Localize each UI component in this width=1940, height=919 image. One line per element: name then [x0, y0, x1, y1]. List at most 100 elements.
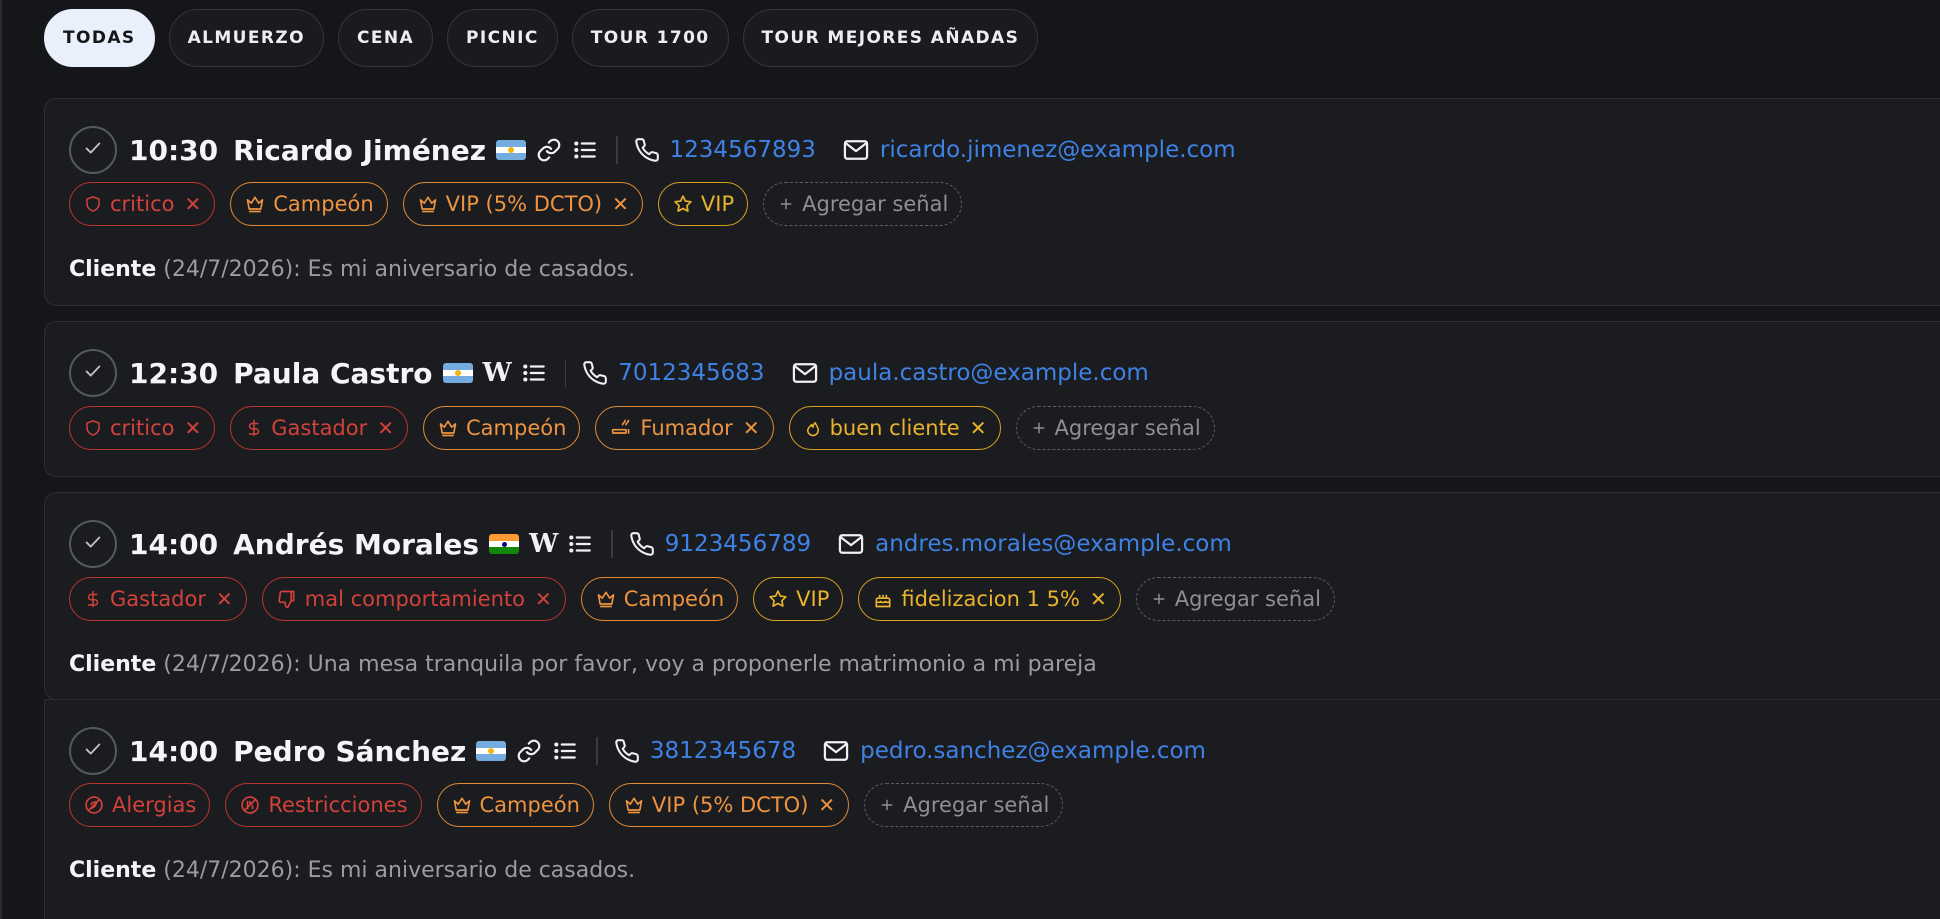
email-link[interactable]: ricardo.jimenez@example.com	[880, 137, 1236, 163]
tag-chip[interactable]: VIP	[657, 182, 749, 226]
phone-link[interactable]: 1234567893	[670, 137, 816, 163]
note-date: (24/7/2026):	[163, 257, 301, 282]
remove-tag-icon[interactable]: ✕	[535, 587, 552, 611]
restriction-icon	[240, 795, 260, 815]
tag-chip[interactable]: Campeón	[436, 783, 594, 827]
tag-chip[interactable]: fidelizacion 1 5% ✕	[858, 577, 1121, 621]
remove-tag-icon[interactable]: ✕	[818, 793, 835, 817]
guest-name[interactable]: Andrés Morales	[233, 528, 479, 561]
remove-tag-icon[interactable]: ✕	[970, 416, 987, 440]
tag-chip[interactable]: VIP	[753, 577, 844, 621]
w-icon[interactable]: W	[483, 358, 512, 388]
tag-chip[interactable]: Gastador ✕	[69, 577, 247, 621]
tag-chip[interactable]: buen cliente ✕	[788, 406, 1001, 450]
phone-link[interactable]: 9123456789	[665, 531, 811, 557]
tag-label: Gastador	[110, 587, 206, 611]
link-icon[interactable]	[516, 738, 542, 764]
divider	[616, 136, 618, 164]
tag-chip[interactable]: critico ✕	[69, 182, 216, 226]
tag-chip[interactable]: Campeón	[580, 577, 739, 621]
add-signal-button[interactable]: Agregar señal	[1015, 406, 1215, 450]
confirm-check-button[interactable]	[69, 520, 117, 568]
remove-tag-icon[interactable]: ✕	[216, 587, 233, 611]
guest-name[interactable]: Ricardo Jiménez	[233, 134, 486, 167]
email-link[interactable]: andres.morales@example.com	[875, 531, 1232, 557]
filter-tour-mejores-anadas[interactable]: TOUR MEJORES AÑADAS	[742, 9, 1039, 67]
tag-chip[interactable]: Campeón	[423, 406, 581, 450]
w-icon[interactable]: W	[529, 529, 558, 559]
tag-label: critico	[110, 192, 175, 216]
left-border	[0, 0, 2, 919]
tag-label: Gastador	[271, 416, 368, 440]
mail-icon	[837, 530, 865, 558]
filter-tour-1700[interactable]: TOUR 1700	[571, 9, 729, 67]
remove-tag-icon[interactable]: ✕	[184, 416, 201, 440]
phone-link[interactable]: 7012345683	[618, 360, 764, 386]
guest-name[interactable]: Pedro Sánchez	[233, 735, 466, 768]
confirm-check-button[interactable]	[69, 126, 117, 174]
tag-list: critico ✕ Campeón VIP (5% DCTO) ✕ VIP Agregar …	[69, 182, 963, 226]
tag-label: critico	[110, 416, 175, 440]
plus-icon	[879, 797, 895, 813]
crown-icon	[245, 194, 265, 214]
add-signal-button[interactable]: Agregar señal	[763, 182, 963, 226]
tag-chip[interactable]: critico ✕	[69, 406, 216, 450]
tag-label: Campeón	[479, 793, 580, 817]
filter-bar: TODAS ALMUERZO CENA PICNIC TOUR 1700 TOU…	[44, 9, 1039, 67]
filter-todas[interactable]: TODAS	[44, 9, 155, 67]
check-icon	[82, 137, 104, 163]
argentina-flag	[476, 741, 507, 761]
note-author: Cliente	[69, 257, 157, 282]
argentina-flag	[442, 363, 473, 383]
reservation-header: 14:00 Andrés Morales W 9123456789 andres.mor…	[69, 520, 1232, 568]
flame-icon	[804, 418, 822, 438]
tag-chip[interactable]: VIP (5% DCTO) ✕	[608, 783, 850, 827]
phone-link[interactable]: 3812345678	[650, 738, 796, 764]
list-icon[interactable]	[521, 360, 547, 386]
client-note: Cliente (24/7/2026): Es mi aniversario d…	[69, 257, 635, 282]
phone-icon	[629, 531, 655, 557]
list-icon[interactable]	[552, 738, 578, 764]
tag-chip[interactable]: Restricciones	[225, 783, 422, 827]
star-icon	[768, 589, 788, 609]
check-icon	[82, 531, 104, 557]
note-date: (24/7/2026):	[163, 858, 301, 883]
tag-list: Gastador ✕ mal comportamiento ✕ Campeón VIP fi…	[69, 577, 1335, 621]
tag-chip[interactable]: Fumador ✕	[595, 406, 774, 450]
filter-picnic[interactable]: PICNIC	[447, 9, 558, 67]
tag-label: VIP	[796, 587, 830, 611]
confirm-check-button[interactable]	[69, 349, 117, 397]
crown-icon	[452, 795, 472, 815]
guest-name[interactable]: Paula Castro	[233, 357, 432, 390]
note-author: Cliente	[69, 858, 157, 883]
email-link[interactable]: paula.castro@example.com	[829, 360, 1149, 386]
tag-chip[interactable]: Campeón	[230, 182, 388, 226]
remove-tag-icon[interactable]: ✕	[184, 192, 201, 216]
thumbs-down-icon	[277, 589, 297, 609]
filter-cena[interactable]: CENA	[337, 9, 434, 67]
list-icon[interactable]	[572, 137, 598, 163]
tag-label: buen cliente	[829, 416, 960, 440]
tag-chip[interactable]: Gastador ✕	[230, 406, 409, 450]
remove-tag-icon[interactable]: ✕	[743, 416, 760, 440]
remove-tag-icon[interactable]: ✕	[612, 192, 629, 216]
tag-chip[interactable]: mal comportamiento ✕	[261, 577, 566, 621]
link-icon[interactable]	[536, 137, 562, 163]
list-icon[interactable]	[567, 531, 593, 557]
divider	[596, 737, 598, 765]
filter-almuerzo[interactable]: ALMUERZO	[168, 9, 324, 67]
remove-tag-icon[interactable]: ✕	[377, 416, 394, 440]
confirm-check-button[interactable]	[69, 727, 117, 775]
tag-label: Fumador	[640, 416, 733, 440]
add-signal-button[interactable]: Agregar señal	[1135, 577, 1335, 621]
email-link[interactable]: pedro.sanchez@example.com	[860, 738, 1206, 764]
note-author: Cliente	[69, 652, 157, 677]
tag-chip[interactable]: VIP (5% DCTO) ✕	[402, 182, 643, 226]
tag-chip[interactable]: Alergias	[69, 783, 211, 827]
add-signal-button[interactable]: Agregar señal	[864, 783, 1064, 827]
remove-tag-icon[interactable]: ✕	[1090, 587, 1107, 611]
crown-icon	[596, 589, 616, 609]
crown-icon	[418, 194, 438, 214]
plus-icon	[1151, 591, 1167, 607]
phone-icon	[614, 738, 640, 764]
